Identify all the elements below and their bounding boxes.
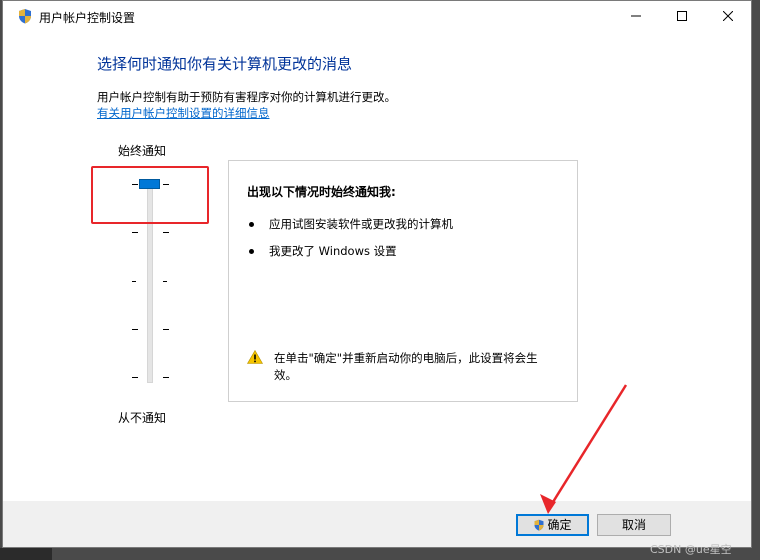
slider-tick [132,377,138,378]
description-text: 用户帐户控制有助于预防有害程序对你的计算机进行更改。 [97,90,396,104]
info-title: 出现以下情况时始终通知我: [247,185,396,199]
info-bullet-1: 应用试图安装软件或更改我的计算机 [249,216,453,232]
minimize-icon [631,15,641,17]
slider-tick [132,232,138,233]
page-heading: 选择何时通知你有关计算机更改的消息 [97,55,353,73]
watermark-text: CSDN @ue星空 [650,543,732,556]
maximize-icon [677,11,687,21]
minimize-button[interactable] [613,1,659,31]
title-bar[interactable]: 用户帐户控制设置 [3,1,751,31]
cancel-button-label: 取消 [621,518,646,532]
slider-tick [132,329,138,330]
maximize-button[interactable] [659,1,705,31]
ok-button-label: 确定 [547,518,572,532]
annotation-highlight-box [91,166,209,224]
cancel-button[interactable]: 取消 [597,514,671,536]
slider-bottom-label: 从不通知 [118,411,167,425]
slider-tick [163,377,169,378]
slider-tick [132,281,136,282]
bullet-text: 我更改了 Windows 设置 [269,244,397,258]
uac-shield-icon [19,9,31,24]
warning-icon [247,350,263,364]
notification-info-panel: 出现以下情况时始终通知我: 应用试图安装软件或更改我的计算机 我更改了 Wind… [228,160,578,402]
uac-shield-icon [534,519,544,531]
ok-button[interactable]: 确定 [516,514,589,536]
button-bar: 确定 取消 [3,501,751,547]
bullet-dot-icon [249,249,254,254]
warning-text: 在单击"确定"并重新启动你的电脑后，此设置将会生效。 [274,351,538,382]
uac-settings-window: 用户帐户控制设置 选择何时通知你有关计算机更改的消息 用户帐户控制有助于预防有害… [2,0,752,548]
window-title: 用户帐户控制设置 [39,11,136,25]
close-button[interactable] [705,1,751,31]
bullet-text: 应用试图安装软件或更改我的计算机 [269,217,453,231]
bullet-dot-icon [249,222,254,227]
taskbar-fragment [0,548,52,560]
slider-tick [163,329,169,330]
close-icon [722,10,734,22]
uac-details-link[interactable]: 有关用户帐户控制设置的详细信息 [97,105,270,121]
slider-top-label: 始终通知 [118,144,167,158]
info-bullet-2: 我更改了 Windows 设置 [249,243,397,259]
slider-tick [163,232,169,233]
slider-tick [163,281,167,282]
